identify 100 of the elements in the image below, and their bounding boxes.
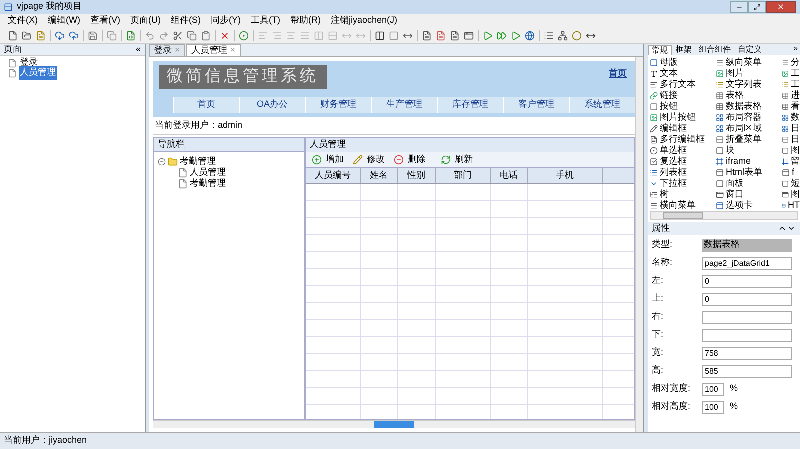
property-field[interactable]: 100	[702, 400, 724, 414]
component-item[interactable]: 表格	[726, 88, 744, 102]
component-item[interactable]: 日	[791, 132, 800, 146]
save-icon[interactable]	[88, 30, 98, 40]
nav-tab[interactable]: 系统管理	[569, 97, 635, 113]
component-item[interactable]: 多行文本	[660, 78, 696, 92]
component-item[interactable]: 列表框	[660, 166, 687, 180]
component-item[interactable]: 多行编辑框	[660, 132, 705, 146]
tree-item[interactable]: 人员管理	[19, 66, 57, 80]
list-icon[interactable]	[544, 30, 554, 40]
nav-tab[interactable]: 生产管理	[371, 97, 437, 113]
toolbar-button[interactable]: 刷新	[439, 152, 475, 166]
palette-tab[interactable]: 组合组件	[696, 45, 734, 55]
property-field[interactable]: 100	[702, 382, 724, 396]
more-tabs-button[interactable]: »	[794, 43, 800, 55]
component-item[interactable]: 面板	[726, 176, 744, 190]
component-item[interactable]: 编辑框	[660, 122, 687, 136]
paste-icon[interactable]	[201, 30, 211, 40]
nav-tab[interactable]: OA办公	[239, 97, 305, 113]
property-field[interactable]: 585	[702, 364, 792, 378]
component-item[interactable]: 图片按钮	[660, 110, 696, 124]
component-item[interactable]: 下拉框	[660, 176, 687, 190]
component-item[interactable]: HT	[788, 198, 800, 211]
document-icon[interactable]	[450, 30, 460, 40]
expand-icon[interactable]	[787, 224, 796, 233]
palette-scrollbar[interactable]	[650, 211, 798, 220]
property-field[interactable]: 0	[702, 274, 792, 288]
column-header[interactable]: 姓名	[361, 168, 398, 183]
document-tab[interactable]: 人员管理 ×	[186, 44, 241, 56]
component-item[interactable]: 工	[791, 78, 800, 92]
globe-icon[interactable]	[525, 30, 535, 40]
column-header[interactable]: 手机	[528, 168, 603, 183]
component-item[interactable]: 分	[791, 56, 800, 70]
play-icon[interactable]	[483, 30, 493, 40]
component-item[interactable]: Html表单	[726, 166, 762, 180]
cloud-upload-icon[interactable]	[69, 30, 79, 40]
cloud-download-icon[interactable]	[55, 30, 65, 40]
fast-forward-icon[interactable]	[497, 30, 507, 40]
delete-icon[interactable]	[220, 30, 230, 40]
component-item[interactable]: 进	[791, 88, 800, 102]
horizontal-scrollbar[interactable]	[153, 420, 635, 428]
play-icon[interactable]	[511, 30, 521, 40]
component-item[interactable]: 留	[791, 154, 800, 168]
property-field[interactable]	[702, 310, 792, 324]
component-item[interactable]: 树	[660, 188, 669, 202]
column-header[interactable]: 人员编号	[306, 168, 361, 183]
vertical-scrollbar[interactable]	[635, 57, 643, 432]
property-field[interactable]	[702, 328, 792, 342]
circle-icon[interactable]	[572, 30, 582, 40]
column-header[interactable]: 性别	[398, 168, 436, 183]
component-item[interactable]: 数	[791, 110, 800, 124]
menu-item[interactable]: 注销jiyaochen(J)	[331, 14, 398, 28]
menu-item[interactable]: 同步(Y)	[211, 14, 241, 28]
nav-tab[interactable]: 财务管理	[305, 97, 371, 113]
nav-tab[interactable]: 库存管理	[437, 97, 503, 113]
component-item[interactable]: 折叠菜单	[726, 132, 762, 146]
component-item[interactable]: 图	[791, 188, 800, 202]
component-item[interactable]: f	[792, 166, 795, 180]
palette-tab[interactable]: 常规	[648, 45, 672, 55]
menu-item[interactable]: 工具(T)	[251, 14, 280, 28]
menu-item[interactable]: 查看(V)	[90, 14, 120, 28]
component-item[interactable]: 日	[791, 122, 800, 136]
component-item[interactable]: 工	[791, 66, 800, 80]
undo-icon[interactable]	[145, 30, 155, 40]
component-item[interactable]: 看	[791, 100, 800, 114]
component-item[interactable]: 文字列表	[726, 78, 762, 92]
document-icon[interactable]	[36, 30, 46, 40]
tree-item[interactable]: 考勤管理	[180, 154, 216, 168]
toolbar-button[interactable]: 删除	[392, 152, 428, 166]
document-icon[interactable]	[422, 30, 432, 40]
window-icon[interactable]	[464, 30, 474, 40]
palette-tab[interactable]: 自定义	[735, 45, 765, 55]
component-item[interactable]: 复选框	[660, 154, 687, 168]
nav-tab[interactable]: 首页	[173, 97, 239, 113]
component-item[interactable]: 图片	[726, 66, 744, 80]
column-header[interactable]: 部门	[436, 168, 491, 183]
square-icon[interactable]	[389, 30, 399, 40]
toolbar-button[interactable]: 修改	[351, 152, 387, 166]
folder-icon[interactable]	[22, 30, 32, 40]
property-field[interactable]: 0	[702, 292, 792, 306]
collapse-button[interactable]: «	[136, 42, 141, 56]
new-file-icon[interactable]	[8, 30, 18, 40]
column-header[interactable]: 电话	[491, 168, 528, 183]
component-item[interactable]: 纵向菜单	[726, 56, 762, 70]
property-field[interactable]: 758	[702, 346, 792, 360]
tree-item[interactable]: 人员管理	[190, 166, 226, 180]
tree-item[interactable]: 考勤管理	[190, 176, 226, 190]
palette-tab[interactable]: 框架	[673, 45, 695, 55]
component-item[interactable]: 文本	[660, 66, 678, 80]
component-item[interactable]: 横向菜单	[660, 198, 696, 211]
component-item[interactable]: 窗口	[726, 188, 744, 202]
home-link[interactable]: 首页	[609, 67, 627, 80]
redo-icon[interactable]	[159, 30, 169, 40]
copy-icon[interactable]	[187, 30, 197, 40]
circle-icon[interactable]	[239, 30, 249, 40]
code-file-icon[interactable]	[126, 30, 136, 40]
toolbar-button[interactable]: 增加	[310, 152, 346, 166]
copy-icon[interactable]	[107, 30, 117, 40]
component-item[interactable]: 布局区域	[726, 122, 762, 136]
menu-item[interactable]: 组件(S)	[171, 14, 201, 28]
